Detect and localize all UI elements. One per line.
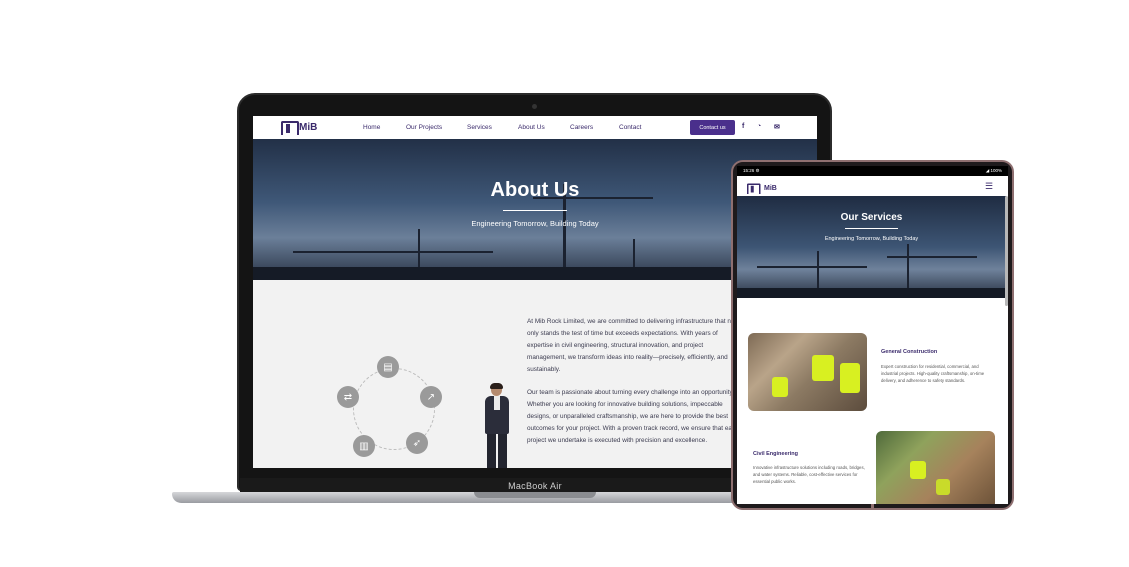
nav-contact[interactable]: Contact	[619, 124, 641, 131]
hamburger-menu-icon[interactable]: ☰	[985, 181, 993, 192]
laptop-brand-label: MacBook Air	[508, 481, 562, 491]
civil-engineering-photo	[876, 431, 995, 504]
whatsapp-icon[interactable]: ◔	[757, 123, 761, 130]
about-paragraph: At Mib Rock Limited, we are committed to…	[527, 318, 737, 373]
wrench-icon: ↗	[420, 386, 442, 408]
crane-silhouette	[293, 251, 493, 253]
service-title: General Construction	[881, 349, 938, 355]
worker-vest	[840, 363, 860, 393]
skyline-silhouette	[737, 288, 1006, 298]
nav-about-us[interactable]: About Us	[518, 124, 545, 131]
crane-silhouette	[757, 266, 867, 268]
person-leg	[498, 432, 507, 468]
status-bar: 15:26 ⚙ ◢ 100%	[737, 166, 1008, 176]
status-battery: ◢ 100%	[985, 168, 1002, 173]
hero-divider	[503, 210, 567, 211]
general-construction-photo	[748, 333, 867, 411]
hero-divider	[845, 228, 898, 229]
crane-silhouette	[887, 256, 977, 258]
nav-our-projects[interactable]: Our Projects	[406, 124, 442, 131]
laptop-base-notch	[474, 492, 596, 498]
about-paragraph: Our team is passionate about turning eve…	[527, 389, 739, 444]
scrollbar[interactable]	[1005, 196, 1008, 306]
rocket-icon: ➶	[406, 432, 428, 454]
worker-vest	[772, 377, 788, 397]
person-leg	[487, 432, 496, 468]
service-description: Expert construction for residential, com…	[881, 364, 985, 383]
services-hero-title: Our Services	[840, 212, 903, 223]
swap-icon: ⇄	[337, 386, 359, 408]
logo-icon	[281, 121, 299, 135]
about-text: At Mib Rock Limited, we are committed to…	[527, 316, 739, 458]
laptop-camera	[532, 104, 537, 109]
facebook-icon[interactable]: f	[742, 123, 744, 130]
chart-icon: ▥	[353, 435, 375, 457]
businessman-illustration	[477, 383, 517, 468]
tablet-screen: 15:26 ⚙ ◢ 100% MiB ☰ Our Services Engine…	[737, 166, 1008, 504]
services-hero-banner: Our Services Engineering Tomorrow, Build…	[737, 196, 1006, 298]
worker-vest	[812, 355, 834, 381]
worker-vest	[936, 479, 950, 495]
tablet-hinge	[871, 504, 874, 510]
document-icon: ▤	[377, 356, 399, 378]
services-hero-subtitle: Engineering Tomorrow, Building Today	[824, 236, 919, 242]
worker-vest	[910, 461, 926, 479]
tablet-logo[interactable]: MiB	[747, 182, 777, 194]
person-hair	[490, 383, 503, 389]
service-title: Civil Engineering	[753, 451, 798, 457]
nav-home[interactable]: Home	[363, 124, 380, 131]
person-shirt	[494, 396, 500, 410]
site-logo[interactable]: MiB	[281, 121, 318, 135]
status-time: 15:26 ⚙	[743, 168, 760, 173]
service-description: Innovative infrastructure solutions incl…	[753, 465, 865, 484]
contact-us-button[interactable]: Contact us	[690, 120, 735, 135]
logo-text: MiB	[299, 121, 318, 133]
nav-careers[interactable]: Careers	[570, 124, 593, 131]
logo-icon	[747, 183, 761, 194]
email-icon[interactable]: ✉	[774, 123, 780, 131]
site-navbar: MiB Home Our Projects Services About Us …	[253, 116, 817, 139]
logo-text: MiB	[764, 184, 777, 192]
device-mockup-scene: MacBook Air MiB Home Our Projects Servic…	[0, 0, 1129, 567]
tablet-navbar: MiB ☰	[737, 176, 1008, 196]
nav-services[interactable]: Services	[467, 124, 492, 131]
